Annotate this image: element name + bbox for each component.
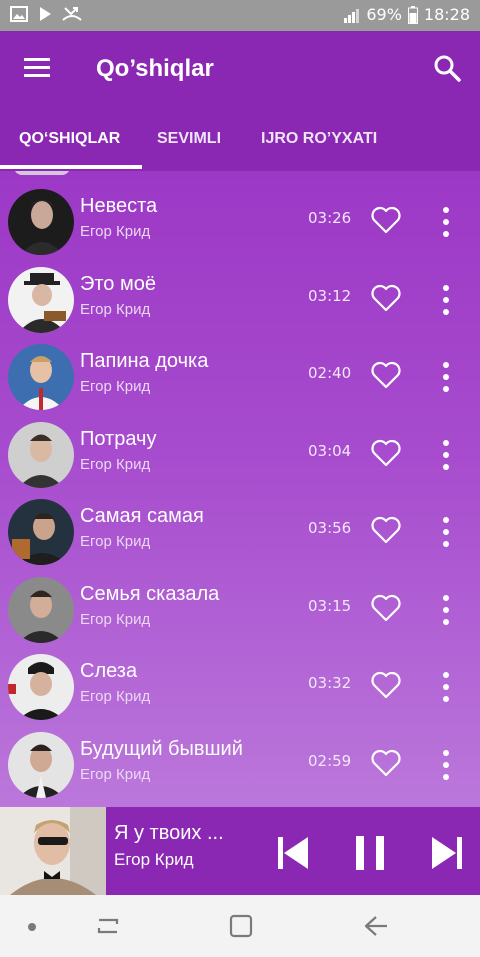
song-title: Слеза <box>80 660 138 682</box>
more-options-icon[interactable] <box>434 593 458 627</box>
song-duration: 03:15 <box>308 597 352 615</box>
song-duration: 03:56 <box>308 519 352 537</box>
song-artist: Егор Крид <box>80 456 151 473</box>
now-playing-title: Я у твоих ... <box>114 822 224 844</box>
song-title: Невеста <box>80 195 158 217</box>
missed-call-icon <box>62 7 82 21</box>
song-row[interactable]: Самая самая Егор Крид 03:56 <box>0 493 480 571</box>
avatar <box>8 422 74 488</box>
more-options-icon[interactable] <box>434 283 458 317</box>
song-title: Потрачу <box>80 428 157 450</box>
song-row[interactable]: Невеста Егор Крид 03:26 <box>0 183 480 261</box>
song-title: Семья сказала <box>80 583 220 605</box>
song-row[interactable]: Слеза Егор Крид 03:32 <box>0 648 480 726</box>
menu-icon[interactable] <box>22 55 52 79</box>
song-duration: 03:12 <box>308 287 352 305</box>
tab-bar: QO‘SHIQLAR SEVIMLI IJRO RO’YXATI <box>0 113 480 171</box>
avatar <box>8 499 74 565</box>
heart-icon[interactable] <box>370 360 402 390</box>
tab-songs[interactable]: QO‘SHIQLAR <box>19 130 120 148</box>
song-row[interactable]: Семья сказала Егор Крид 03:15 <box>0 571 480 649</box>
system-nav-bar <box>0 895 480 957</box>
tab-playlist[interactable]: IJRO RO’YXATI <box>261 130 377 148</box>
avatar <box>8 732 74 798</box>
song-duration: 03:04 <box>308 442 352 460</box>
song-artist: Егор Крид <box>80 688 151 705</box>
song-duration: 03:26 <box>308 209 352 227</box>
app-bar: Qo’shiqlar QO‘SHIQLAR SEVIMLI IJRO RO’YX… <box>0 31 480 171</box>
song-title: Папина дочка <box>80 350 209 372</box>
avatar <box>8 267 74 333</box>
status-bar: 69% 18:28 <box>0 0 480 31</box>
clock: 18:28 <box>423 5 470 24</box>
song-artist: Егор Крид <box>80 533 151 550</box>
more-options-icon[interactable] <box>434 438 458 472</box>
song-title: Это моё <box>80 273 156 295</box>
heart-icon[interactable] <box>370 670 402 700</box>
heart-icon[interactable] <box>370 748 402 778</box>
song-duration: 02:40 <box>308 364 352 382</box>
home-icon[interactable] <box>228 913 254 939</box>
song-title: Будущий бывший <box>80 738 243 760</box>
heart-icon[interactable] <box>370 283 402 313</box>
song-title: Самая самая <box>80 505 204 527</box>
dot-icon <box>28 923 36 931</box>
more-options-icon[interactable] <box>434 515 458 549</box>
search-icon[interactable] <box>432 53 462 83</box>
battery-percent: 69% <box>366 5 402 24</box>
album-art[interactable] <box>0 807 106 895</box>
tab-favorites[interactable]: SEVIMLI <box>157 130 221 148</box>
page-title: Qo’shiqlar <box>96 55 214 82</box>
song-artist: Егор Крид <box>80 378 151 395</box>
song-row[interactable]: Папина дочка Егор Крид 02:40 <box>0 338 480 416</box>
play-icon <box>40 7 51 21</box>
partial-list-item <box>14 171 70 175</box>
next-icon[interactable] <box>428 833 468 873</box>
more-options-icon[interactable] <box>434 670 458 704</box>
gallery-icon <box>10 6 28 22</box>
more-options-icon[interactable] <box>434 748 458 782</box>
song-artist: Егор Крид <box>80 223 151 240</box>
recent-apps-icon[interactable] <box>93 914 123 938</box>
song-duration: 02:59 <box>308 752 352 770</box>
battery-icon <box>407 5 418 24</box>
song-row[interactable]: Потрачу Егор Крид 03:04 <box>0 416 480 494</box>
heart-icon[interactable] <box>370 438 402 468</box>
song-artist: Егор Крид <box>80 766 151 783</box>
back-icon[interactable] <box>362 914 390 938</box>
avatar <box>8 189 74 255</box>
heart-icon[interactable] <box>370 205 402 235</box>
mini-player[interactable]: Я у твоих ... Егор Крид <box>0 807 480 895</box>
avatar <box>8 577 74 643</box>
heart-icon[interactable] <box>370 593 402 623</box>
signal-icon <box>344 8 360 23</box>
avatar <box>8 344 74 410</box>
tab-indicator <box>0 165 142 169</box>
avatar <box>8 654 74 720</box>
song-row[interactable]: Это моё Егор Крид 03:12 <box>0 261 480 339</box>
heart-icon[interactable] <box>370 515 402 545</box>
more-options-icon[interactable] <box>434 205 458 239</box>
song-artist: Егор Крид <box>80 301 151 318</box>
pause-icon[interactable] <box>350 833 390 873</box>
song-duration: 03:32 <box>308 674 352 692</box>
song-artist: Егор Крид <box>80 611 151 628</box>
more-options-icon[interactable] <box>434 360 458 394</box>
song-list[interactable]: Невеста Егор Крид 03:26 Это моё Егор Кри… <box>0 171 480 807</box>
now-playing-artist: Егор Крид <box>114 850 194 869</box>
previous-icon[interactable] <box>272 833 312 873</box>
song-row[interactable]: Будущий бывший Егор Крид 02:59 <box>0 726 480 804</box>
